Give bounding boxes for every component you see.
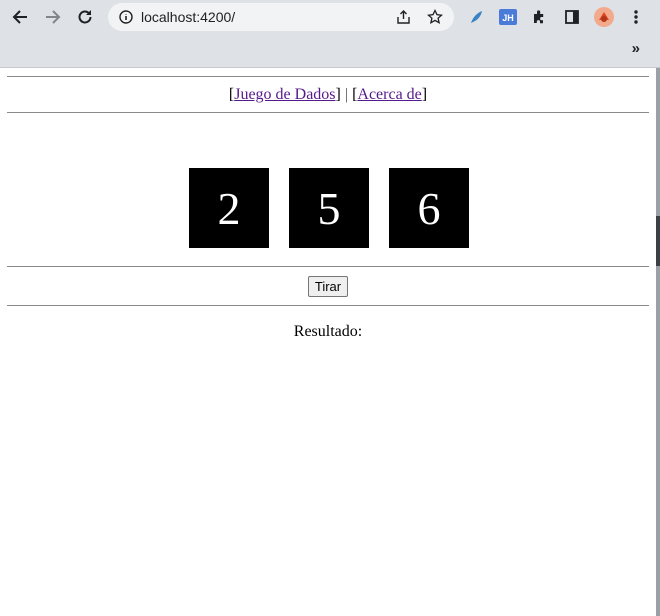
reload-button[interactable] [73, 5, 97, 29]
avatar-icon[interactable] [593, 6, 615, 28]
nav-link-juego-de-dados[interactable]: Juego de Dados [234, 86, 335, 103]
info-icon[interactable] [119, 10, 133, 24]
tirar-button[interactable]: Tirar [307, 276, 349, 297]
bookmarks-overflow-icon[interactable]: » [632, 40, 640, 57]
reload-icon [78, 10, 92, 24]
forward-button[interactable] [41, 5, 65, 29]
divider-dice [7, 266, 649, 267]
share-icon[interactable] [396, 10, 412, 25]
app-nav: [Juego de Dados] | [Acerca de] [228, 86, 428, 103]
menu-kebab-icon[interactable] [625, 6, 647, 28]
die-3: 6 [389, 168, 469, 248]
sidepanel-icon[interactable] [561, 6, 583, 28]
svg-text:JH: JH [502, 13, 514, 23]
nav-separator: | [344, 86, 349, 103]
back-button[interactable] [8, 5, 32, 29]
divider-button [7, 305, 649, 306]
page-content: [Juego de Dados] | [Acerca de] 2 5 6 Tir… [0, 68, 656, 616]
address-bar[interactable]: localhost:4200/ [108, 3, 454, 31]
bookmarks-bar: » [0, 34, 660, 68]
back-arrow-icon [12, 10, 27, 24]
forward-arrow-icon [46, 10, 61, 24]
puzzle-icon[interactable] [529, 6, 551, 28]
die-1: 2 [189, 168, 269, 248]
browser-toolbar: localhost:4200/ JH [0, 0, 660, 34]
bookmark-star-icon[interactable] [427, 9, 443, 25]
window-edge [656, 68, 660, 616]
divider-top [7, 76, 649, 77]
jh-extension-icon[interactable]: JH [497, 6, 519, 28]
divider-nav [7, 112, 649, 113]
result-label: Resultado: [293, 323, 363, 340]
nav-link-acerca-de[interactable]: Acerca de [357, 86, 421, 103]
feather-extension-icon[interactable] [465, 6, 487, 28]
url-text: localhost:4200/ [141, 9, 236, 25]
die-2: 5 [289, 168, 369, 248]
